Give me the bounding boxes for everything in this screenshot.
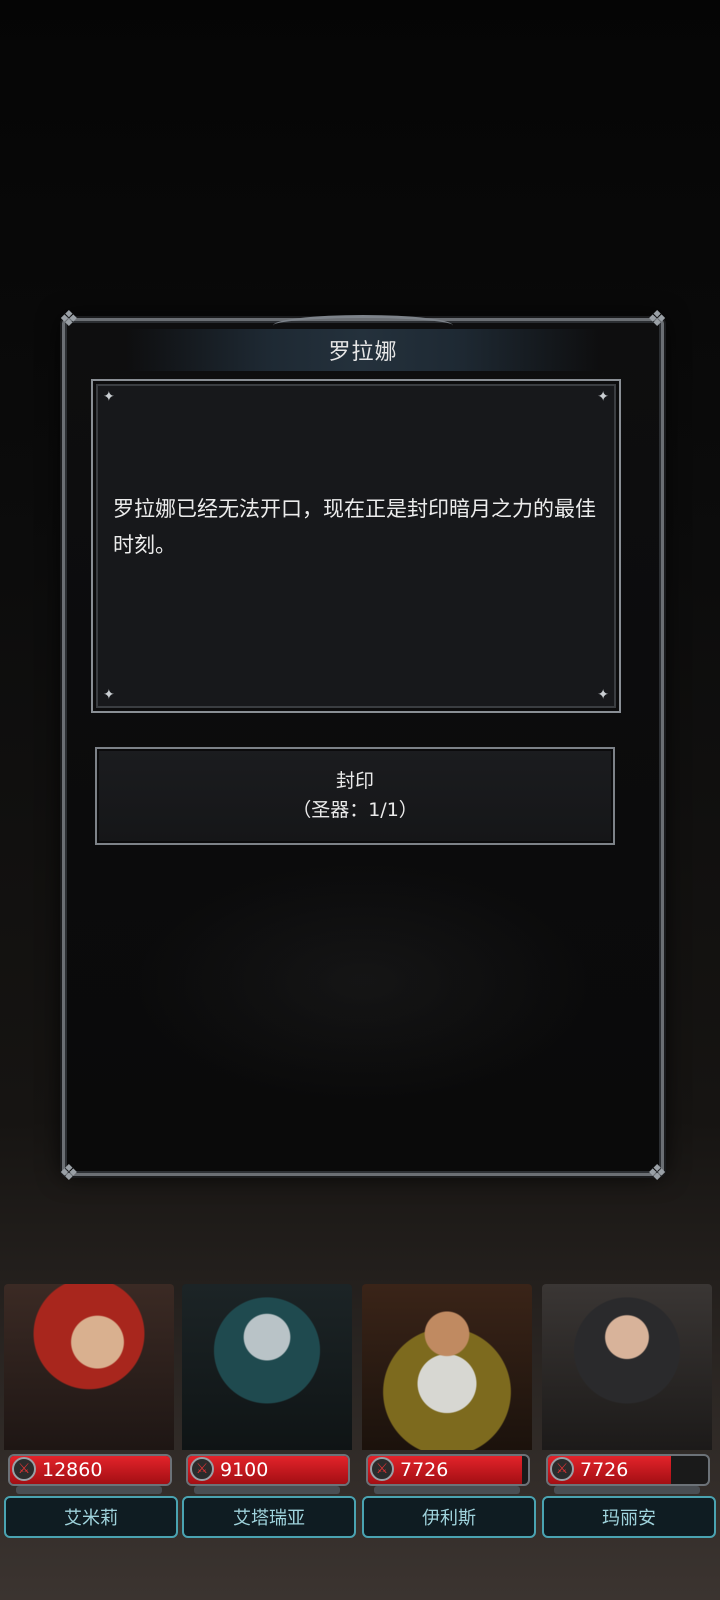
party-member[interactable]: ⚔ 7726 伊利斯 xyxy=(358,1284,536,1538)
hp-value: 12860 xyxy=(42,1459,103,1481)
hp-value: 7726 xyxy=(580,1459,629,1481)
party-member[interactable]: ⚔ 9100 艾塔瑞亚 xyxy=(178,1284,356,1538)
party-member[interactable]: ⚔ 12860 艾米莉 xyxy=(0,1284,178,1538)
dialog-title: 罗拉娜 xyxy=(328,340,398,365)
sparkle-icon: ✦ xyxy=(597,687,609,703)
member-name[interactable]: 艾米莉 xyxy=(4,1496,178,1538)
sparkle-icon: ✦ xyxy=(103,687,115,703)
secondary-bar xyxy=(194,1486,340,1494)
seal-button-detail: （圣器：1/1） xyxy=(292,799,418,821)
party-bar: ⚔ 12860 艾米莉 ⚔ 9100 艾塔瑞亚 ⚔ 7726 伊利斯 ⚔ 772… xyxy=(0,1284,720,1600)
member-portrait[interactable] xyxy=(182,1284,352,1450)
message-panel: ✦ ✦ ✦ ✦ 罗拉娜已经无法开口，现在正是封印暗月之力的最佳时刻。 xyxy=(91,379,621,713)
frame-ornament-icon: ❖ xyxy=(647,307,667,332)
frame-ornament-icon: ❖ xyxy=(59,307,79,332)
member-name[interactable]: 艾塔瑞亚 xyxy=(182,1496,356,1538)
seal-button[interactable]: 封印 （圣器：1/1） xyxy=(95,747,615,845)
secondary-bar xyxy=(16,1486,162,1494)
dialog-title-band: 罗拉娜 xyxy=(125,315,601,371)
frame-ornament-icon: ❖ xyxy=(647,1161,667,1186)
member-portrait[interactable] xyxy=(362,1284,532,1450)
member-name[interactable]: 伊利斯 xyxy=(362,1496,536,1538)
seal-button-label: 封印 xyxy=(335,770,374,792)
sword-icon: ⚔ xyxy=(190,1457,214,1481)
member-portrait[interactable] xyxy=(542,1284,712,1450)
member-portrait[interactable] xyxy=(4,1284,174,1450)
sword-icon: ⚔ xyxy=(12,1457,36,1481)
secondary-bar xyxy=(554,1486,700,1494)
frame-ornament-icon: ❖ xyxy=(59,1161,79,1186)
party-member[interactable]: ⚔ 7726 玛丽安 xyxy=(538,1284,716,1538)
member-name[interactable]: 玛丽安 xyxy=(542,1496,716,1538)
sparkle-icon: ✦ xyxy=(597,389,609,405)
dialog-message: 罗拉娜已经无法开口，现在正是封印暗月之力的最佳时刻。 xyxy=(113,497,596,557)
secondary-bar xyxy=(374,1486,520,1494)
title-crest-ornament xyxy=(273,315,453,336)
hp-bar: ⚔ 9100 xyxy=(186,1454,350,1486)
hp-bar: ⚔ 7726 xyxy=(366,1454,530,1486)
sparkle-icon: ✦ xyxy=(103,389,115,405)
hp-bar: ⚔ 7726 xyxy=(546,1454,710,1486)
hp-bar: ⚔ 12860 xyxy=(8,1454,172,1486)
sword-icon: ⚔ xyxy=(370,1457,394,1481)
dialog-background-art xyxy=(135,861,591,1101)
hp-value: 7726 xyxy=(400,1459,449,1481)
hp-value: 9100 xyxy=(220,1459,269,1481)
dialog-window: ❖ ❖ ❖ ❖ 罗拉娜 ✦ ✦ ✦ ✦ 罗拉娜已经无法开口，现在正是封印暗月之力… xyxy=(59,309,667,1185)
sword-icon: ⚔ xyxy=(550,1457,574,1481)
